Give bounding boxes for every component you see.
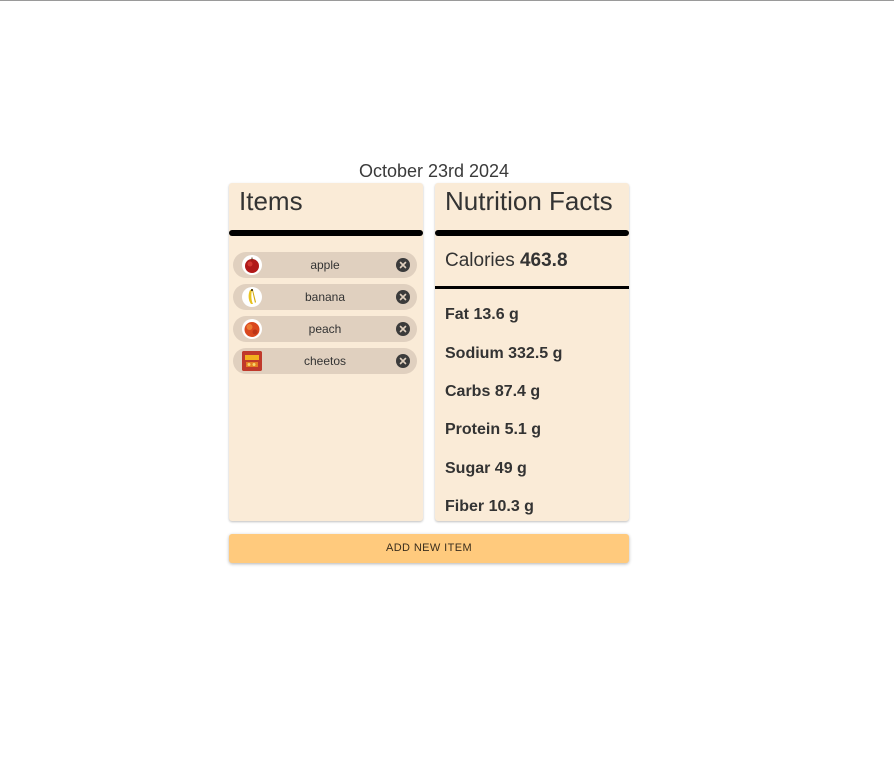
nutrient-protein: Protein 5.1 g bbox=[445, 420, 541, 440]
cheetos-icon bbox=[242, 351, 262, 371]
nutrient-fiber: Fiber 10.3 g bbox=[445, 497, 534, 517]
add-new-item-button[interactable]: ADD NEW ITEM bbox=[229, 534, 629, 563]
calories-row: Calories 463.8 bbox=[445, 249, 568, 273]
date-heading: October 23rd 2024 bbox=[358, 161, 510, 181]
nutrient-label: Protein bbox=[445, 421, 501, 438]
peach-icon bbox=[242, 319, 262, 339]
delete-icon[interactable] bbox=[396, 322, 410, 336]
item-chip-apple[interactable]: apple bbox=[233, 252, 417, 278]
item-chip-banana[interactable]: banana bbox=[233, 284, 417, 310]
banana-icon bbox=[242, 287, 262, 307]
nutrient-sugar: Sugar 49 g bbox=[445, 459, 527, 479]
nutrient-carbs: Carbs 87.4 g bbox=[445, 382, 540, 402]
nutrient-fat: Fat 13.6 g bbox=[445, 305, 519, 325]
nutrition-title: Nutrition Facts bbox=[445, 186, 613, 216]
nutrient-label: Carbs bbox=[445, 383, 491, 400]
apple-icon bbox=[242, 255, 262, 275]
top-divider bbox=[0, 0, 894, 1]
nutrient-value: 5.1 g bbox=[504, 421, 542, 438]
items-title: Items bbox=[239, 186, 303, 216]
item-chip-label: cheetos bbox=[303, 354, 347, 368]
delete-icon[interactable] bbox=[396, 354, 410, 368]
nutrient-label: Sugar bbox=[445, 460, 491, 477]
nutrient-value: 13.6 g bbox=[473, 306, 519, 323]
nutrient-label: Fiber bbox=[445, 498, 485, 515]
item-chip-cheetos[interactable]: cheetos bbox=[233, 348, 417, 374]
item-chip-label: apple bbox=[310, 258, 340, 272]
item-chip-label: banana bbox=[304, 290, 346, 304]
nutrient-value: 332.5 g bbox=[508, 345, 563, 362]
items-panel: Items apple banana peach cheetos bbox=[229, 183, 423, 521]
items-divider bbox=[229, 230, 423, 236]
nutrient-label: Fat bbox=[445, 306, 469, 323]
item-chip-label: peach bbox=[308, 322, 342, 336]
nutrient-value: 10.3 g bbox=[488, 498, 534, 515]
nutrient-sodium: Sodium 332.5 g bbox=[445, 344, 562, 364]
calories-label: Calories bbox=[445, 250, 515, 271]
delete-icon[interactable] bbox=[396, 258, 410, 272]
delete-icon[interactable] bbox=[396, 290, 410, 304]
nutrient-label: Sodium bbox=[445, 345, 504, 362]
nutrition-panel: Nutrition Facts Calories 463.8 Fat 13.6 … bbox=[435, 183, 629, 521]
nutrition-divider bbox=[435, 230, 629, 236]
item-chip-peach[interactable]: peach bbox=[233, 316, 417, 342]
nutrient-value: 49 g bbox=[494, 460, 527, 477]
nutrient-value: 87.4 g bbox=[494, 383, 541, 400]
calories-value: 463.8 bbox=[519, 250, 568, 271]
item-list: apple banana peach cheetos bbox=[233, 252, 417, 380]
calories-divider bbox=[435, 286, 629, 289]
